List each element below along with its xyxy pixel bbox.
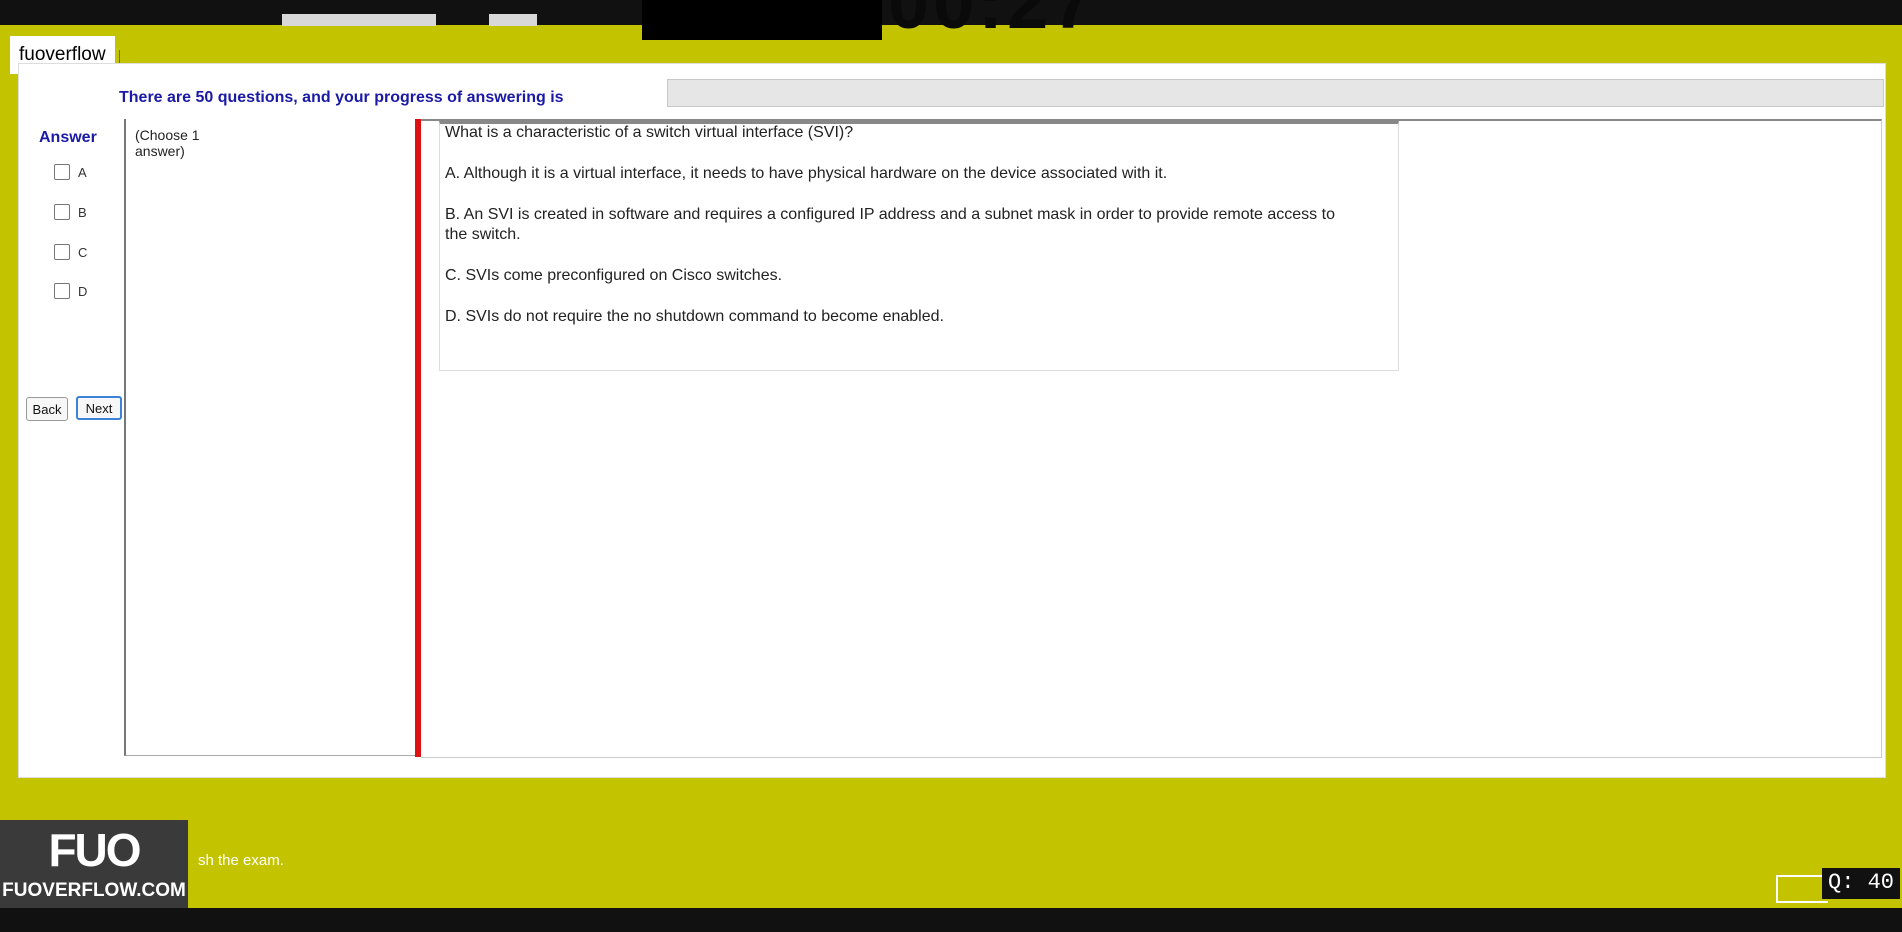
- next-button[interactable]: Next: [76, 396, 122, 420]
- answer-option-a[interactable]: A: [54, 164, 87, 180]
- exam-panel: There are 50 questions, and your progres…: [18, 63, 1886, 778]
- answer-title: Answer: [39, 129, 97, 146]
- option-label-b: B: [78, 204, 87, 220]
- choose-instruction: (Choose 1 answer): [135, 127, 200, 159]
- answer-option-b[interactable]: B: [54, 204, 87, 220]
- checkbox-c[interactable]: [54, 244, 70, 260]
- answer-option-d[interactable]: D: [54, 283, 87, 299]
- bottom-bar: [0, 908, 1902, 932]
- finish-label: sh the exam.: [198, 852, 284, 869]
- checkbox-a[interactable]: [54, 164, 70, 180]
- progress-bar: [667, 79, 1884, 107]
- logo-site: FUOVERFLOW.COM: [2, 880, 186, 901]
- question-text: What is a characteristic of a switch vir…: [445, 124, 854, 141]
- brand-tag-text: fuoverflow: [19, 44, 106, 65]
- question-box: [439, 121, 1399, 371]
- choice-d-text: D. SVIs do not require the no shutdown c…: [445, 308, 944, 325]
- top-field-2: [489, 14, 537, 26]
- choice-b-text: B. An SVI is created in software and req…: [445, 206, 1335, 243]
- option-label-d: D: [78, 283, 88, 299]
- exam-timer: 00:27: [888, 0, 1098, 44]
- choice-a-text: A. Although it is a virtual interface, i…: [445, 165, 1168, 182]
- question-counter: Q: 40: [1822, 868, 1901, 899]
- logo-text: FUO: [48, 824, 141, 876]
- instruction-column: (Choose 1 answer): [124, 119, 418, 756]
- checkbox-d[interactable]: [54, 283, 70, 299]
- checkbox-b[interactable]: [54, 204, 70, 220]
- top-field-1: [282, 14, 436, 26]
- progress-label: There are 50 questions, and your progres…: [119, 89, 564, 106]
- option-label-c: C: [78, 244, 88, 260]
- option-label-a: A: [78, 164, 87, 180]
- counter-frame: [1776, 875, 1828, 903]
- watermark-logo: FUO FUOVERFLOW.COM: [0, 820, 188, 908]
- answer-option-c[interactable]: C: [54, 244, 87, 260]
- top-black-block: [642, 0, 882, 40]
- back-button[interactable]: Back: [26, 397, 68, 421]
- choice-c-text: C. SVIs come preconfigured on Cisco swit…: [445, 267, 783, 284]
